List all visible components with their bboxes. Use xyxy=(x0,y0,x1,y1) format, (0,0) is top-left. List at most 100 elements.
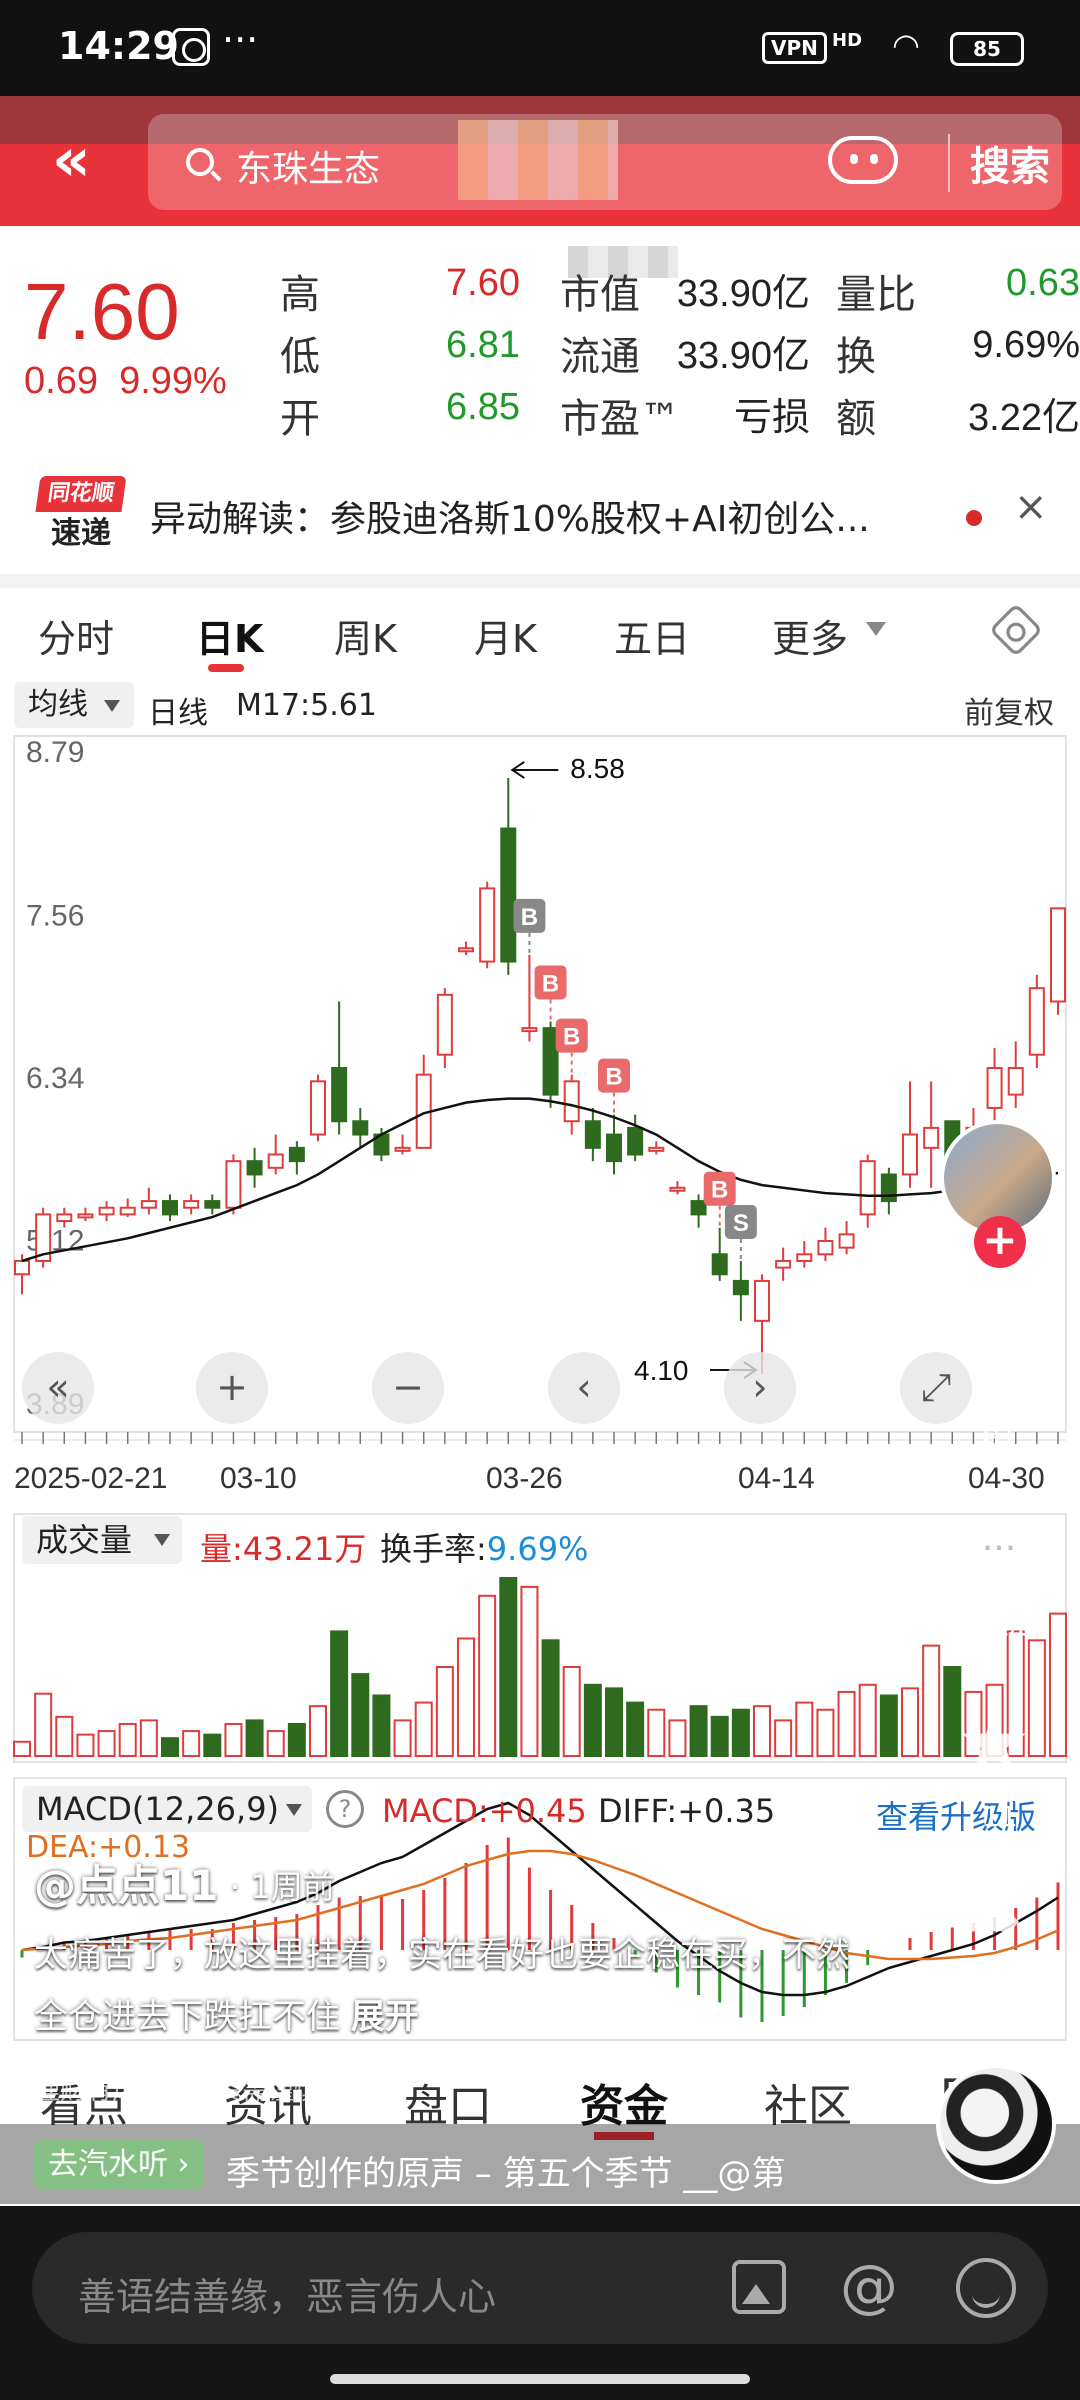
news-banner[interactable]: 同花顺 速递 异动解读：参股迪洛斯10%股权+AI初创公... × xyxy=(0,460,1080,570)
volume-select[interactable]: 成交量 xyxy=(22,1516,182,1564)
emoji-icon[interactable] xyxy=(956,2258,1016,2318)
back-button[interactable]: « xyxy=(52,130,122,200)
quote-value: 33.90亿 xyxy=(676,335,810,377)
like-icon[interactable] xyxy=(954,1320,1044,1400)
volume-bar xyxy=(372,1694,391,1757)
quote-value: 3.22亿 xyxy=(968,397,1080,439)
help-icon[interactable]: ? xyxy=(326,1790,364,1828)
zoom-out-icon-glyph: − xyxy=(392,1365,424,1409)
assistant-bot-icon[interactable] xyxy=(828,136,898,184)
search-input[interactable]: 东珠生态 搜索 xyxy=(148,114,1062,210)
candle-body xyxy=(986,1067,1003,1109)
expand-button[interactable]: 展开 xyxy=(351,1997,419,2037)
candle-body xyxy=(796,1253,813,1262)
volume-bar xyxy=(837,1690,856,1758)
search-placeholder: 东珠生态 xyxy=(236,149,381,190)
volume-bar xyxy=(245,1719,264,1758)
volume-bar xyxy=(922,1644,941,1758)
trade-signal-label: B xyxy=(521,904,538,931)
volume-bar xyxy=(710,1715,729,1757)
tab-intraday[interactable]: 分时 xyxy=(38,608,114,663)
volume-bar xyxy=(55,1715,74,1757)
candle-body xyxy=(627,1126,644,1156)
tab-more[interactable]: 更多 xyxy=(772,608,848,663)
candle-body xyxy=(542,1027,559,1096)
search-button[interactable]: 搜索 xyxy=(948,134,1050,192)
comment-input[interactable]: 善语结善缘，恶言伤人心 @ xyxy=(32,2232,1048,2344)
double-left-icon-glyph: « xyxy=(46,1365,69,1409)
unread-dot xyxy=(966,510,982,526)
candle-body xyxy=(436,993,453,1056)
ma-select[interactable]: 均线 xyxy=(14,682,134,728)
volume-bar xyxy=(753,1705,771,1758)
caption-text: 太痛苦了，放这里挂着，实在看好也要企稳在买，不然全仓进去下跌扛不住 xyxy=(34,1935,850,2037)
share-icon[interactable]: ➦ xyxy=(956,1880,1023,1960)
price-change: 0.69 9.99% xyxy=(24,360,227,403)
music-disc-icon[interactable] xyxy=(936,2064,1056,2184)
change-amount: 0.69 xyxy=(24,360,98,402)
tab-five-day[interactable]: 五日 xyxy=(614,608,690,663)
music-title[interactable]: 季节创作的原声 – 第五个季节 __@第 xyxy=(226,2146,826,2195)
volume-bar xyxy=(224,1722,243,1757)
y-tick-label: 6.34 xyxy=(26,1062,84,1095)
volume-bar xyxy=(879,1694,898,1757)
volume-bar xyxy=(541,1639,560,1758)
candle-body xyxy=(162,1200,178,1216)
volume-bar xyxy=(13,1740,31,1758)
candle-body xyxy=(246,1160,263,1176)
volume-value: 量:43.21万 xyxy=(200,1530,367,1568)
more-notifications-icon: ··· xyxy=(222,18,259,62)
candle-body xyxy=(563,1080,580,1123)
volume-bar xyxy=(330,1630,349,1758)
vpn-icon: VPN xyxy=(762,32,827,64)
quote-label: 量比 xyxy=(836,272,916,318)
music-link-button[interactable]: 去汽水听 › xyxy=(34,2140,204,2190)
risk-notice: 理财有风险，投资需谨慎 xyxy=(34,2076,321,2106)
volume-bar xyxy=(435,1666,454,1757)
macd-select[interactable]: MACD(12,26,9) xyxy=(22,1786,312,1832)
music-bar: 去汽水听 › 季节创作的原声 – 第五个季节 __@第 xyxy=(0,2064,1080,2204)
author-name[interactable]: @点点11 xyxy=(34,1852,218,1913)
price-adjust-toggle[interactable]: 前复权 xyxy=(964,688,1054,732)
candle-body xyxy=(838,1233,855,1249)
quote-value: 33.90亿 xyxy=(676,273,810,315)
comment-icon[interactable] xyxy=(954,1520,1044,1596)
settings-icon[interactable] xyxy=(988,602,1044,658)
volume-header: 成交量 量:43.21万 换手率:9.69% xyxy=(0,1510,1080,1570)
mention-icon[interactable]: @ xyxy=(840,2252,898,2320)
tab-monthly-k[interactable]: 月K xyxy=(474,608,537,663)
volume-bar xyxy=(795,1701,814,1757)
redacted-area xyxy=(458,120,618,200)
candle-body xyxy=(183,1200,200,1209)
app-header: « 东珠生态 搜索 xyxy=(0,96,1080,226)
change-percent: 9.99% xyxy=(119,360,227,402)
candle-body xyxy=(880,1173,897,1203)
tab-weekly-k[interactable]: 周K xyxy=(334,608,397,663)
video-action-rail: + 81 244 ★ 11 ➦ 17 xyxy=(940,1120,1060,2020)
share-count: 17 xyxy=(982,1980,1018,2013)
candle-body xyxy=(859,1160,876,1216)
candle-body xyxy=(56,1213,73,1223)
candle-body xyxy=(310,1080,326,1136)
candle-body xyxy=(288,1146,305,1163)
quote-label: 流通 xyxy=(560,334,640,380)
wifi-icon: ◠ xyxy=(892,26,920,64)
x-tick-label: 04-14 xyxy=(738,1462,815,1495)
high-annotation: 8.58 xyxy=(570,753,625,784)
tab-daily-k[interactable]: 日K xyxy=(196,608,263,663)
volume-bar xyxy=(351,1673,370,1757)
close-icon[interactable]: × xyxy=(1014,484,1048,530)
macd-header: MACD(12,26,9) ? MACD:+0.45 DIFF:+0.35 查看… xyxy=(0,1780,1080,1836)
favorite-icon[interactable]: ★ xyxy=(956,1700,1031,1784)
volume-bar xyxy=(118,1722,137,1757)
trade-signal-label: S xyxy=(733,1210,749,1237)
follow-button[interactable]: + xyxy=(974,1216,1026,1268)
ma17-line xyxy=(21,1097,1059,1263)
image-icon[interactable] xyxy=(732,2260,786,2314)
candle-body xyxy=(267,1153,284,1169)
candle-body xyxy=(1028,987,1045,1056)
volume-bar xyxy=(34,1692,53,1757)
news-headline[interactable]: 异动解读：参股迪洛斯10%股权+AI初创公... xyxy=(150,490,870,542)
volume-bar xyxy=(478,1594,497,1758)
caption: 太痛苦了，放这里挂着，实在看好也要企稳在买，不然全仓进去下跌扛不住 展开 xyxy=(34,1924,854,2048)
